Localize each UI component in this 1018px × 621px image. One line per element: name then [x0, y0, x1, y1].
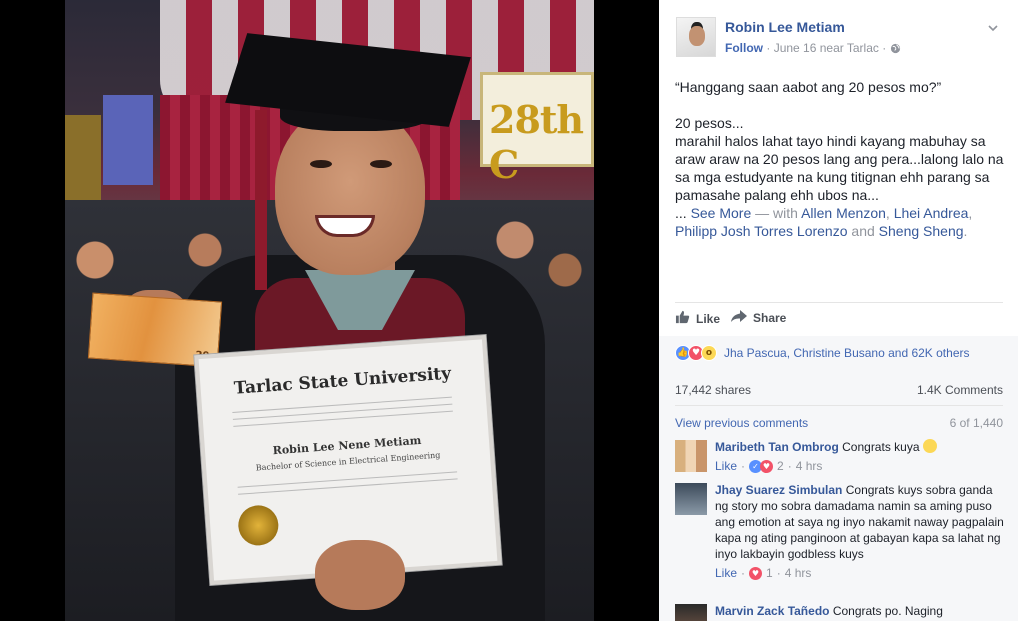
comment-time[interactable]: 4 hrs [785, 565, 812, 581]
post-meta: Follow · June 16 near Tarlac · [725, 41, 901, 57]
follow-button[interactable]: Follow [725, 41, 763, 55]
with-text: — with [755, 205, 798, 221]
tagged-user[interactable]: Sheng Sheng [879, 223, 964, 239]
post-date[interactable]: June 16 near Tarlac [774, 41, 879, 55]
post-line: 20 pesos... [675, 115, 744, 131]
divider [675, 405, 1003, 406]
love-reaction-icon: ♥ [760, 459, 774, 473]
laughing-emoji-icon [922, 439, 937, 453]
shares-count[interactable]: 17,442 shares [675, 383, 751, 397]
comment-reaction-count[interactable]: 1 [766, 565, 773, 581]
tagged-user[interactable]: Lhei Andrea [894, 205, 969, 221]
commenter-name[interactable]: Jhay Suarez Simbulan [715, 483, 842, 497]
post-stats: 17,442 shares 1.4K Comments [675, 383, 1003, 397]
diploma-university: Tarlac State University [233, 363, 452, 399]
author-avatar[interactable] [676, 17, 716, 57]
meta-dot: · [776, 566, 781, 580]
meta-dot: · [766, 41, 771, 55]
post-body-text: marahil halos lahat tayo hindi kayang ma… [675, 133, 1004, 203]
diploma-text-line [233, 410, 453, 427]
post-ellipsis: ... [675, 205, 687, 221]
reactions-summary[interactable]: 👍 ♥ o Jha Pascua, Christine Busano and 6… [675, 345, 969, 361]
photo-eye-right [370, 160, 392, 168]
like-button[interactable]: Like [675, 310, 720, 327]
comment-meta: Like · ♥ 1 · 4 hrs [715, 565, 1005, 581]
post-body: marahil halos lahat tayo hindi kayang ma… [675, 132, 1005, 204]
wow-reaction-icon: o [701, 345, 717, 361]
and-text: and [851, 223, 875, 239]
diploma-seal [236, 504, 280, 547]
commenter-avatar[interactable] [675, 440, 707, 472]
share-arrow-icon [731, 310, 747, 326]
photo-tassel [255, 110, 267, 290]
tagged-user[interactable]: Philipp Josh Torres Lorenzo [675, 223, 848, 239]
chevron-down-icon[interactable] [986, 21, 1000, 35]
comments-position: 6 of 1,440 [949, 416, 1003, 430]
tagged-user[interactable]: Allen Menzon [801, 205, 886, 221]
post-quote: “Hanggang saan aabot ang 20 pesos mo?” [675, 79, 942, 95]
author-name[interactable]: Robin Lee Metiam [725, 19, 845, 35]
diploma-text-line [238, 478, 458, 495]
comment-meta: Like · ✓ ♥ 2 · 4 hrs [715, 458, 1005, 474]
commenter-avatar[interactable] [675, 483, 707, 515]
meta-dot: · [882, 41, 887, 55]
love-reaction-icon: ♥ [749, 566, 763, 580]
post-text: “Hanggang saan aabot ang 20 pesos mo?” 2… [675, 78, 1005, 240]
comment-like-button[interactable]: Like [715, 565, 737, 581]
like-label: Like [696, 311, 721, 326]
commenter-name[interactable]: Marvin Zack Tañedo [715, 604, 829, 618]
comma: , [968, 205, 973, 221]
post-photo[interactable]: 28th C 20 Tarlac State University Robin … [65, 0, 594, 621]
comment-like-button[interactable]: Like [715, 458, 737, 474]
comment-text: Congrats po. Naging [832, 604, 943, 618]
thumbs-up-icon [675, 310, 690, 327]
view-previous-comments[interactable]: View previous comments [675, 416, 808, 430]
photo-backdrop-panel [65, 115, 101, 205]
post-tags-line: ... See More — with Allen Menzon, Lhei A… [675, 204, 1005, 240]
comment-time[interactable]: 4 hrs [796, 458, 823, 474]
meta-dot: · [741, 459, 746, 473]
share-button[interactable]: Share [731, 310, 786, 326]
meta-dot: · [787, 459, 792, 473]
period: . [963, 223, 968, 239]
share-label: Share [753, 311, 787, 325]
photo-banner: 28th C [480, 72, 594, 187]
divider [675, 302, 1003, 303]
post-panel: Robin Lee Metiam Follow · June 16 near T… [659, 0, 1018, 621]
comment-text: Congrats kuya [842, 440, 920, 454]
comments-navigation: View previous comments 6 of 1,440 [675, 416, 1003, 430]
meta-dot: · [741, 566, 746, 580]
comment-reaction-count[interactable]: 2 [777, 458, 784, 474]
see-more-link[interactable]: See More [691, 205, 752, 221]
commenter-name[interactable]: Maribeth Tan Ombrog [715, 440, 839, 454]
photo-projector-screen [103, 95, 153, 185]
globe-icon[interactable] [890, 43, 901, 57]
comma: , [885, 205, 890, 221]
photo-eye-left [310, 160, 332, 168]
photo-hand-right [315, 540, 405, 610]
comments-count[interactable]: 1.4K Comments [917, 383, 1003, 397]
photo-stage: 28th C 20 Tarlac State University Robin … [0, 0, 659, 621]
reactions-names[interactable]: Jha Pascua, Christine Busano and 62K oth… [724, 346, 969, 360]
commenter-avatar[interactable] [675, 604, 707, 621]
